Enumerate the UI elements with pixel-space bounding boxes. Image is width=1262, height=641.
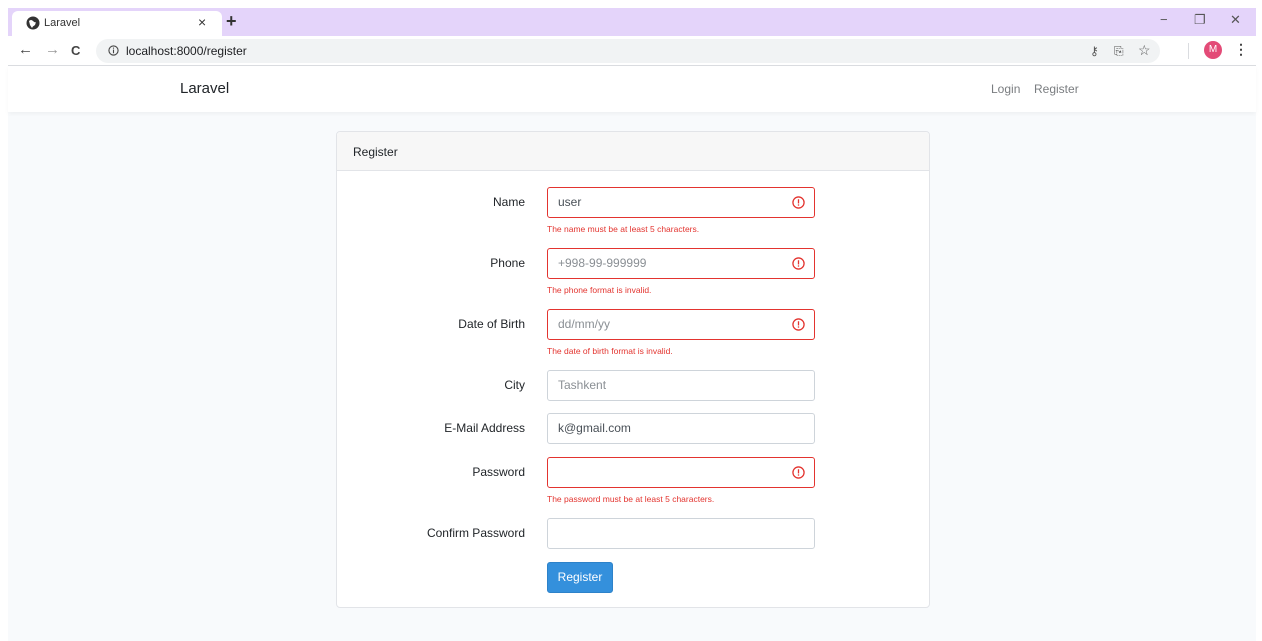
address-bar[interactable]: localhost:8000/register ⚷ ⎘ ☆ (96, 39, 1160, 63)
name-error: The name must be at least 5 characters. (547, 224, 700, 234)
info-icon[interactable] (108, 45, 119, 56)
translate-icon[interactable]: ⎘ (1114, 44, 1124, 58)
app-navbar: Laravel Login Register (8, 66, 1256, 112)
phone-placeholder: +998-99-999999 (558, 256, 647, 270)
name-label: Name (492, 195, 525, 209)
city-placeholder: Tashkent (558, 378, 607, 392)
forward-button[interactable]: → (45, 42, 60, 58)
card-header: Register (337, 132, 929, 171)
browser-menu-icon[interactable]: ⋮ (1234, 40, 1248, 58)
tab-close-icon[interactable]: × (198, 14, 206, 30)
register-submit-button[interactable]: Register (547, 562, 613, 593)
dob-input[interactable]: dd/mm/yy (547, 309, 815, 340)
tab-strip: Laravel × + − ❐ ✕ (8, 8, 1256, 36)
browser-window: Laravel × + − ❐ ✕ ← → C localhost:8000/r… (0, 0, 1262, 641)
page-content: Laravel Login Register Register Name use… (8, 66, 1256, 641)
toolbar-separator (1188, 43, 1189, 59)
brand-link[interactable]: Laravel (180, 80, 229, 97)
minimize-button[interactable]: − (1160, 12, 1168, 28)
back-button[interactable]: ← (18, 42, 33, 58)
password-label: Password (472, 465, 525, 479)
email-input[interactable]: k@gmail.com (547, 413, 815, 444)
name-value: user (558, 195, 582, 209)
browser-toolbar: ← → C localhost:8000/register ⚷ ⎘ ☆ M ⋮ (8, 36, 1256, 66)
error-icon (792, 257, 805, 270)
confirm-password-input[interactable] (547, 518, 815, 549)
bookmark-star-icon[interactable]: ☆ (1138, 43, 1151, 57)
email-value: k@gmail.com (558, 421, 631, 435)
login-link[interactable]: Login (991, 82, 1020, 96)
city-label: City (504, 378, 525, 392)
browser-tab[interactable]: Laravel × (12, 11, 222, 36)
url-text[interactable]: localhost:8000/register (126, 44, 247, 58)
reload-button[interactable]: C (71, 43, 80, 59)
phone-input[interactable]: +998-99-999999 (547, 248, 815, 279)
dob-label: Date of Birth (458, 317, 525, 331)
register-link[interactable]: Register (1034, 82, 1079, 96)
error-icon (792, 318, 805, 331)
password-error: The password must be at least 5 characte… (547, 494, 715, 504)
name-input[interactable]: user (547, 187, 815, 218)
error-icon (792, 466, 805, 479)
tab-title: Laravel (44, 17, 81, 29)
register-card: Register Name user The name must be at l… (336, 131, 930, 608)
password-input[interactable] (547, 457, 815, 488)
confirm-password-label: Confirm Password (426, 526, 525, 540)
phone-label: Phone (490, 256, 525, 270)
phone-error: The phone format is invalid. (547, 285, 652, 295)
profile-avatar[interactable]: M (1204, 41, 1222, 59)
email-label: E-Mail Address (444, 421, 525, 435)
error-icon (792, 196, 805, 209)
city-input[interactable]: Tashkent (547, 370, 815, 401)
restore-button[interactable]: ❐ (1194, 12, 1206, 28)
dob-placeholder: dd/mm/yy (558, 317, 611, 331)
close-window-button[interactable]: ✕ (1230, 12, 1241, 28)
dob-error: The date of birth format is invalid. (547, 346, 673, 356)
new-tab-button[interactable]: + (226, 12, 237, 30)
globe-icon (26, 16, 40, 30)
key-icon[interactable]: ⚷ (1090, 44, 1099, 58)
